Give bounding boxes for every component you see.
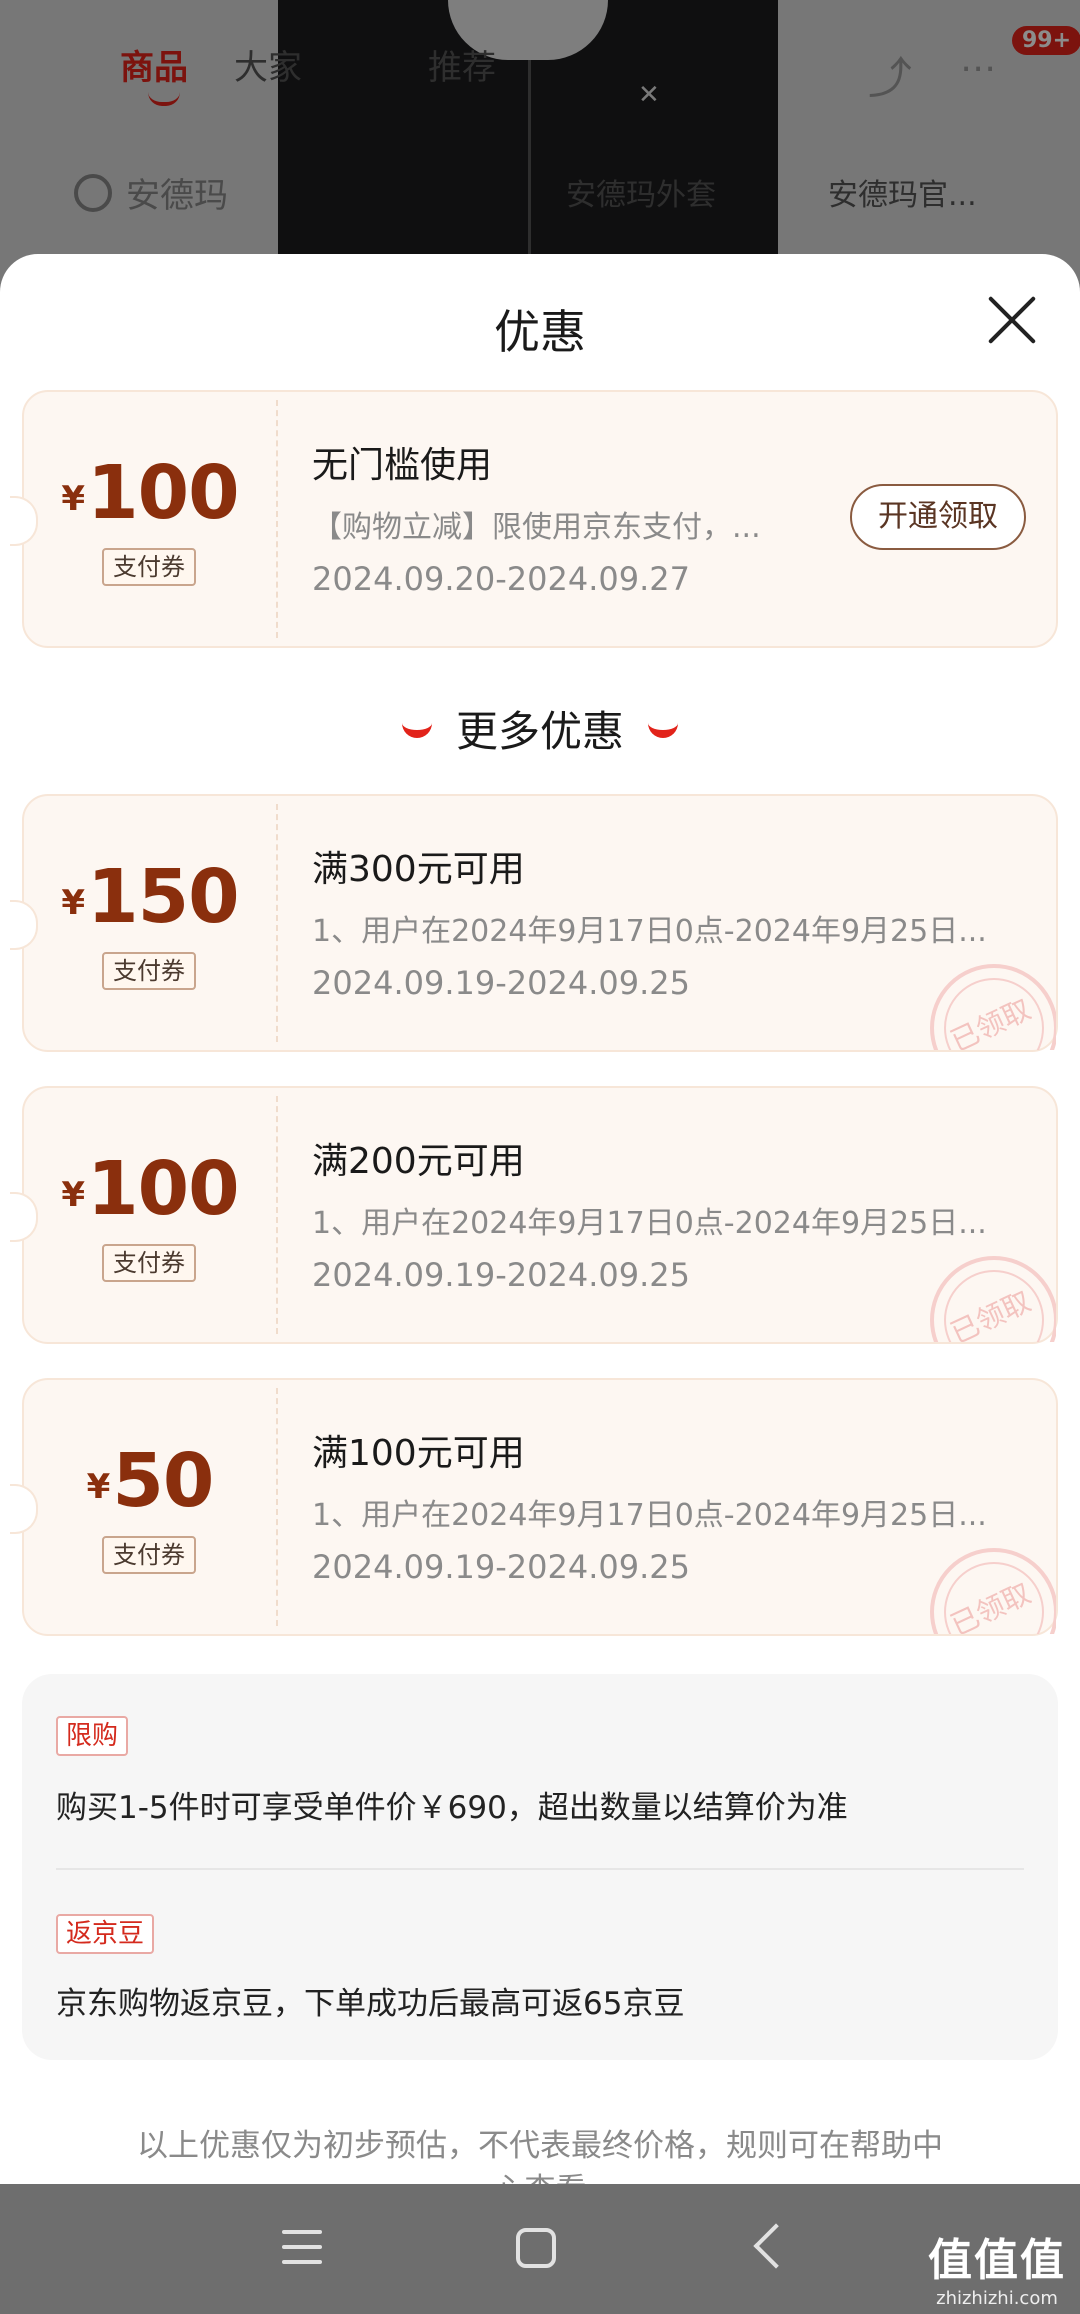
- claimed-stamp-icon: 已领取: [926, 1256, 1056, 1342]
- coupon-card[interactable]: ¥50 支付券 满100元可用 1、用户在2024年9月17日0点-2024年9…: [10, 1378, 1058, 1636]
- coupon-title: 无门槛使用: [312, 445, 493, 486]
- coupon-type-tag: 支付券: [102, 1244, 196, 1282]
- coupon-date: 2024.09.19-2024.09.25: [312, 1548, 690, 1586]
- coupon-desc: 1、用户在2024年9月17日0点-2024年9月25日...: [312, 1206, 987, 1241]
- claimed-stamp-icon: 已领取: [926, 964, 1056, 1050]
- limit-purchase-text: 购买1-5件时可享受单件价￥690，超出数量以结算价为准: [56, 1790, 848, 1826]
- divider: [56, 1868, 1024, 1870]
- smile-icon: [401, 714, 432, 738]
- more-deals-header: 更多优惠: [0, 698, 1080, 759]
- coupon-amount: ¥50: [86, 1438, 215, 1524]
- claimed-stamp-icon: 已领取: [926, 1548, 1056, 1634]
- coupon-desc: 【购物立减】限使用京东支付，...: [312, 510, 761, 545]
- coupon-card: ¥100 支付券 无门槛使用 【购物立减】限使用京东支付，... 2024.09…: [10, 390, 1058, 648]
- sheet-title: 优惠: [494, 305, 586, 359]
- home-icon[interactable]: [516, 2228, 556, 2268]
- coupon-title: 满100元可用: [312, 1433, 525, 1474]
- coupon-type-tag: 支付券: [102, 952, 196, 990]
- coupon-date: 2024.09.19-2024.09.25: [312, 964, 690, 1002]
- coupon-amount: ¥100: [61, 450, 239, 536]
- coupon-type-tag: 支付券: [102, 1536, 196, 1574]
- coupon-title: 满200元可用: [312, 1141, 525, 1182]
- limit-purchase-tag: 限购: [56, 1716, 129, 1756]
- discount-sheet: 优惠 ¥100 支付券 无门槛使用 【购物立减】限使用京东支付，... 2024…: [0, 254, 1080, 2184]
- coupon-title: 满300元可用: [312, 849, 525, 890]
- coupon-date: 2024.09.19-2024.09.25: [312, 1256, 690, 1294]
- system-nav-bar: 值值值 zhizhizhi.com: [0, 2184, 1080, 2314]
- coupon-type-tag: 支付券: [102, 548, 196, 586]
- back-icon[interactable]: [753, 2223, 799, 2269]
- close-icon[interactable]: [984, 292, 1040, 348]
- jd-bean-tag: 返京豆: [56, 1914, 155, 1954]
- promo-info-panel: 限购 购买1-5件时可享受单件价￥690，超出数量以结算价为准 返京豆 京东购物…: [22, 1674, 1058, 2060]
- coupon-amount: ¥100: [61, 1146, 239, 1232]
- coupon-desc: 1、用户在2024年9月17日0点-2024年9月25日...: [312, 914, 987, 949]
- coupon-amount: ¥150: [61, 854, 239, 940]
- watermark: 值值值 zhizhizhi.com: [928, 2235, 1066, 2309]
- recent-apps-icon[interactable]: [282, 2230, 322, 2264]
- jd-bean-text: 京东购物返京豆，下单成功后最高可返65京豆: [56, 1986, 685, 2022]
- smile-icon: [648, 714, 678, 738]
- coupon-card[interactable]: ¥150 支付券 满300元可用 1、用户在2024年9月17日0点-2024年…: [10, 794, 1058, 1052]
- coupon-card[interactable]: ¥100 支付券 满200元可用 1、用户在2024年9月17日0点-2024年…: [10, 1086, 1058, 1344]
- coupon-date: 2024.09.20-2024.09.27: [312, 560, 690, 598]
- disclaimer-text: 以上优惠仅为初步预估，不代表最终价格，规则可在帮助中心查看: [137, 2128, 943, 2184]
- activate-claim-button[interactable]: 开通领取: [850, 484, 1026, 550]
- coupon-desc: 1、用户在2024年9月17日0点-2024年9月25日...: [312, 1498, 987, 1533]
